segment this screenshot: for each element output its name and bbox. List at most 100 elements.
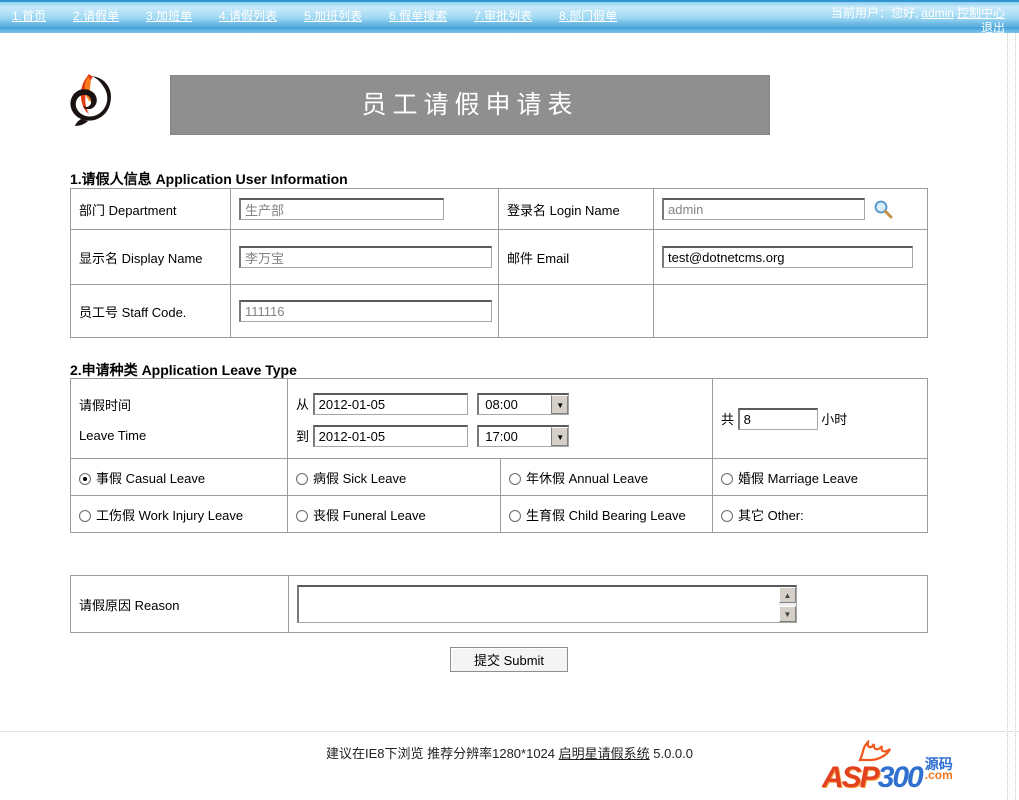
asp300-num-text: 300	[878, 761, 922, 794]
leave-type-table: 请假时间 Leave Time 从 08:00 ▼ 到 17:00	[70, 378, 928, 533]
nav-item-dept-leave[interactable]: 8.部门假单	[559, 7, 617, 24]
scroll-down-icon[interactable]: ▼	[779, 606, 796, 622]
other-leave-label[interactable]: 其它 Other:	[738, 508, 804, 523]
funeral-leave-radio[interactable]	[296, 510, 308, 522]
login-name-input[interactable]	[662, 198, 865, 220]
reason-scrollbar[interactable]: ▲ ▼	[779, 587, 796, 622]
funeral-leave-label[interactable]: 丧假 Funeral Leave	[313, 508, 426, 523]
to-label: 到	[296, 429, 309, 444]
to-time-select[interactable]: 17:00 ▼	[477, 425, 569, 447]
app-swirl-logo	[62, 70, 114, 130]
page-title: 员工请假申请表	[361, 91, 578, 119]
casual-leave-label[interactable]: 事假 Casual Leave	[96, 471, 205, 486]
department-input[interactable]	[239, 198, 444, 220]
sick-leave-label[interactable]: 病假 Sick Leave	[313, 471, 406, 486]
submit-button[interactable]: 提交 Submit	[450, 647, 568, 672]
search-user-icon[interactable]	[873, 199, 893, 219]
asp300-asp-text: ASP	[822, 761, 878, 794]
from-time-select[interactable]: 08:00 ▼	[477, 393, 569, 415]
reason-textarea[interactable]: ▲ ▼	[297, 585, 797, 623]
marriage-leave-radio[interactable]	[721, 473, 733, 485]
other-leave-radio[interactable]	[721, 510, 733, 522]
from-date-input[interactable]	[313, 393, 468, 415]
current-user-prefix: 当前用户：您好,	[831, 6, 918, 20]
reason-cell: ▲ ▼	[289, 576, 928, 633]
to-date-input[interactable]	[313, 425, 468, 447]
email-label: 邮件 Email	[499, 230, 654, 285]
work-injury-leave-radio[interactable]	[79, 510, 91, 522]
scroll-up-icon[interactable]: ▲	[779, 587, 796, 603]
footer-browser-note: 建议在IE8下浏览 推荐分辨率1280*1024	[326, 746, 559, 761]
nav-links: 1.首页 2.请假单 3.加班单 4.请假列表 5.加班列表 6.假单搜索 7.…	[12, 7, 617, 24]
empty-cell-2	[654, 285, 928, 338]
nav-item-home[interactable]: 1.首页	[12, 7, 46, 24]
page: 1.首页 2.请假单 3.加班单 4.请假列表 5.加班列表 6.假单搜索 7.…	[0, 0, 1019, 800]
current-user-name-link[interactable]: admin	[921, 6, 954, 20]
page-scrollbar-track[interactable]	[1007, 33, 1016, 800]
leave-type-cell: 生育假 Child Bearing Leave	[501, 496, 713, 533]
annual-leave-label[interactable]: 年休假 Annual Leave	[526, 471, 648, 486]
nav-item-approval-list[interactable]: 7.审批列表	[474, 7, 532, 24]
display-name-label: 显示名 Display Name	[71, 230, 231, 285]
display-name-input[interactable]	[239, 246, 492, 268]
leave-time-label-cell: 请假时间 Leave Time	[71, 379, 288, 459]
total-hours-input[interactable]	[738, 408, 818, 430]
reason-table: 请假原因 Reason ▲ ▼	[70, 575, 928, 633]
login-cell	[654, 189, 928, 230]
leave-type-cell: 其它 Other:	[713, 496, 928, 533]
from-label: 从	[296, 397, 309, 412]
department-label: 部门 Department	[71, 189, 231, 230]
control-center-link[interactable]: 控制中心	[957, 6, 1005, 20]
login-name-label: 登录名 Login Name	[499, 189, 654, 230]
footer-divider	[0, 731, 1019, 732]
reason-label: 请假原因 Reason	[71, 576, 289, 633]
total-unit-label: 小时	[821, 412, 847, 427]
annual-leave-radio[interactable]	[509, 473, 521, 485]
leave-time-label-cn: 请假时间	[79, 395, 279, 414]
total-label: 共	[721, 412, 734, 427]
form-title-bar: 员工请假申请表	[170, 75, 770, 135]
from-time-value: 08:00	[479, 397, 551, 412]
asp300-dotcom-text: .com	[925, 770, 953, 781]
leave-type-cell: 年休假 Annual Leave	[501, 459, 713, 496]
footer-system-link[interactable]: 启明星请假系统	[559, 746, 650, 761]
email-input[interactable]	[662, 246, 913, 268]
child-bearing-leave-label[interactable]: 生育假 Child Bearing Leave	[526, 508, 686, 523]
footer-version: 5.0.0.0	[650, 746, 693, 761]
empty-cell-1	[499, 285, 654, 338]
nav-item-leave-form[interactable]: 2.请假单	[73, 7, 119, 24]
from-time-dropdown-icon[interactable]: ▼	[551, 395, 568, 414]
child-bearing-leave-radio[interactable]	[509, 510, 521, 522]
leave-type-cell: 事假 Casual Leave	[71, 459, 288, 496]
display-name-cell	[231, 230, 499, 285]
staff-code-cell	[231, 285, 499, 338]
total-hours-cell: 共 小时	[713, 379, 928, 459]
staff-code-label: 员工号 Staff Code.	[71, 285, 231, 338]
to-time-value: 17:00	[479, 429, 551, 444]
staff-code-input[interactable]	[239, 300, 492, 322]
current-user-area: 当前用户：您好,admin控制中心退出	[813, 6, 1005, 36]
nav-item-overtime-form[interactable]: 3.加班单	[146, 7, 192, 24]
user-info-table: 部门 Department 登录名 Login Name 显示名 Display…	[70, 188, 928, 338]
nav-item-leave-search[interactable]: 6.假单搜索	[389, 7, 447, 24]
work-injury-leave-label[interactable]: 工伤假 Work Injury Leave	[96, 508, 243, 523]
leave-time-label-en: Leave Time	[79, 428, 279, 443]
leave-time-range-cell: 从 08:00 ▼ 到 17:00 ▼	[288, 379, 713, 459]
marriage-leave-label[interactable]: 婚假 Marriage Leave	[738, 471, 858, 486]
top-nav: 1.首页 2.请假单 3.加班单 4.请假列表 5.加班列表 6.假单搜索 7.…	[0, 0, 1019, 31]
casual-leave-radio[interactable]	[79, 473, 91, 485]
leave-type-cell: 病假 Sick Leave	[288, 459, 501, 496]
logout-link[interactable]: 退出	[981, 21, 1005, 35]
nav-item-leave-list[interactable]: 4.请假列表	[219, 7, 277, 24]
section1-heading: 1.请假人信息 Application User Information	[70, 169, 348, 189]
nav-item-overtime-list[interactable]: 5.加班列表	[304, 7, 362, 24]
leave-type-cell: 丧假 Funeral Leave	[288, 496, 501, 533]
asp300-logo: ASP300源码.com	[822, 752, 1007, 797]
department-cell	[231, 189, 499, 230]
sick-leave-radio[interactable]	[296, 473, 308, 485]
leave-type-cell: 工伤假 Work Injury Leave	[71, 496, 288, 533]
email-cell	[654, 230, 928, 285]
to-time-dropdown-icon[interactable]: ▼	[551, 427, 568, 446]
section2-heading: 2.申请种类 Application Leave Type	[70, 360, 297, 380]
leave-type-cell: 婚假 Marriage Leave	[713, 459, 928, 496]
